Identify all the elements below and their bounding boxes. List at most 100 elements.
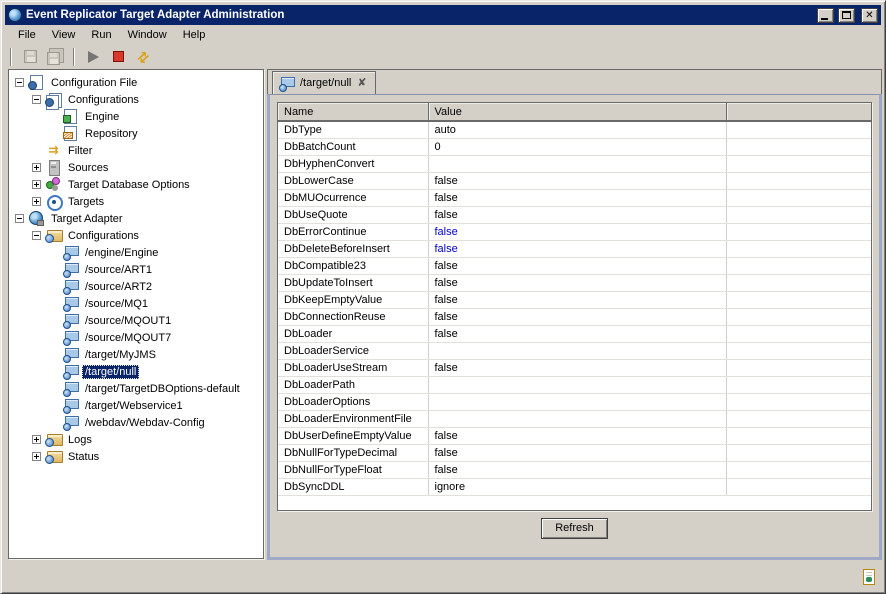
- tree-item-target-myjms[interactable]: /target/MyJMS: [9, 346, 263, 363]
- prop-value[interactable]: false: [428, 325, 726, 342]
- tree-item-webdav-config[interactable]: /webdav/Webdav-Config: [9, 414, 263, 431]
- prop-value[interactable]: [428, 342, 726, 359]
- prop-value[interactable]: false: [428, 257, 726, 274]
- table-row[interactable]: DbSyncDDLignore: [278, 478, 871, 495]
- table-row[interactable]: DbLoaderPath: [278, 376, 871, 393]
- refresh-button[interactable]: Refresh: [541, 518, 608, 539]
- menu-run[interactable]: Run: [83, 27, 119, 44]
- save-all-icon: [47, 52, 60, 65]
- tree-item-adapter-configurations[interactable]: Configurations: [9, 227, 263, 244]
- table-row[interactable]: DbLoaderEnvironmentFile: [278, 410, 871, 427]
- expand-icon[interactable]: [32, 180, 41, 189]
- tree-item-source-mqout1[interactable]: /source/MQOUT1: [9, 312, 263, 329]
- menu-window[interactable]: Window: [120, 27, 175, 44]
- tree-item-target-null[interactable]: /target/null: [9, 363, 263, 380]
- table-row[interactable]: DbTypeauto: [278, 121, 871, 138]
- tree-item-target-database-options[interactable]: Target Database Options: [9, 176, 263, 193]
- tree-item-configuration-file[interactable]: Configuration File: [9, 74, 263, 91]
- tree-item-target-adapter[interactable]: Target Adapter: [9, 210, 263, 227]
- table-row[interactable]: DbLoaderUseStreamfalse: [278, 359, 871, 376]
- maximize-button[interactable]: [838, 8, 855, 23]
- expand-icon[interactable]: [32, 163, 41, 172]
- menu-help[interactable]: Help: [175, 27, 214, 44]
- table-row[interactable]: DbConnectionReusefalse: [278, 308, 871, 325]
- close-button[interactable]: ✕: [861, 8, 878, 23]
- prop-value[interactable]: false: [428, 359, 726, 376]
- expand-icon[interactable]: [32, 197, 41, 206]
- prop-value[interactable]: auto: [428, 121, 726, 138]
- tree-item-sources[interactable]: Sources: [9, 159, 263, 176]
- prop-value[interactable]: false: [428, 240, 726, 257]
- tree-item-engine[interactable]: Engine: [9, 108, 263, 125]
- save-button[interactable]: [21, 48, 39, 66]
- table-row[interactable]: DbMUOcurrencefalse: [278, 189, 871, 206]
- menu-file[interactable]: File: [10, 27, 44, 44]
- table-row[interactable]: DbLoaderService: [278, 342, 871, 359]
- prop-value[interactable]: false: [428, 223, 726, 240]
- tree-item-engine-engine[interactable]: /engine/Engine: [9, 244, 263, 261]
- run-button[interactable]: [84, 48, 102, 66]
- collapse-icon[interactable]: [32, 231, 41, 240]
- minimize-button[interactable]: [817, 8, 834, 23]
- table-row[interactable]: DbNullForTypeDecimalfalse: [278, 444, 871, 461]
- tree-item-source-art1[interactable]: /source/ART1: [9, 261, 263, 278]
- prop-value[interactable]: false: [428, 206, 726, 223]
- collapse-icon[interactable]: [32, 95, 41, 104]
- expand-icon[interactable]: [32, 435, 41, 444]
- tree-item-targets[interactable]: Targets: [9, 193, 263, 210]
- tree-item-source-mqout7[interactable]: /source/MQOUT7: [9, 329, 263, 346]
- column-header-name[interactable]: Name: [278, 103, 428, 121]
- tab-target-null[interactable]: /target/null ✘: [272, 71, 376, 94]
- save-all-button[interactable]: [46, 48, 64, 66]
- table-row[interactable]: DbLoaderOptions: [278, 393, 871, 410]
- prop-value[interactable]: 0: [428, 138, 726, 155]
- prop-value[interactable]: false: [428, 291, 726, 308]
- prop-value[interactable]: [428, 410, 726, 427]
- tree-item-target-webservice1[interactable]: /target/Webservice1: [9, 397, 263, 414]
- configurations-icon: [45, 92, 62, 107]
- table-row[interactable]: DbNullForTypeFloatfalse: [278, 461, 871, 478]
- collapse-icon[interactable]: [15, 78, 24, 87]
- prop-value[interactable]: [428, 393, 726, 410]
- expand-icon[interactable]: [32, 452, 41, 461]
- app-window: Event Replicator Target Adapter Administ…: [0, 0, 886, 594]
- prop-value[interactable]: false: [428, 189, 726, 206]
- config-item-icon: [62, 279, 79, 294]
- prop-value[interactable]: false: [428, 172, 726, 189]
- column-header-value[interactable]: Value: [428, 103, 726, 121]
- tree-item-source-mq1[interactable]: /source/MQ1: [9, 295, 263, 312]
- prop-value[interactable]: false: [428, 274, 726, 291]
- table-row[interactable]: DbHyphenConvert: [278, 155, 871, 172]
- table-row[interactable]: DbUpdateToInsertfalse: [278, 274, 871, 291]
- menu-bar: File View Run Window Help: [5, 26, 881, 45]
- table-row[interactable]: DbLowerCasefalse: [278, 172, 871, 189]
- table-row[interactable]: DbErrorContinuefalse: [278, 223, 871, 240]
- table-row[interactable]: DbBatchCount0: [278, 138, 871, 155]
- prop-value[interactable]: false: [428, 427, 726, 444]
- table-row[interactable]: DbUserDefineEmptyValuefalse: [278, 427, 871, 444]
- tree-item-target-targetdboptions-default[interactable]: /target/TargetDBOptions-default: [9, 380, 263, 397]
- prop-value[interactable]: [428, 155, 726, 172]
- prop-value[interactable]: false: [428, 308, 726, 325]
- column-header-extra[interactable]: [726, 103, 871, 121]
- tab-close-icon[interactable]: ✘: [356, 78, 367, 89]
- tree-item-repository[interactable]: Repository: [9, 125, 263, 142]
- table-row[interactable]: DbDeleteBeforeInsertfalse: [278, 240, 871, 257]
- tree-item-source-art2[interactable]: /source/ART2: [9, 278, 263, 295]
- table-row[interactable]: DbCompatible23false: [278, 257, 871, 274]
- menu-view[interactable]: View: [44, 27, 84, 44]
- table-row[interactable]: DbLoaderfalse: [278, 325, 871, 342]
- table-row[interactable]: DbKeepEmptyValuefalse: [278, 291, 871, 308]
- tree-item-logs[interactable]: Logs: [9, 431, 263, 448]
- table-row[interactable]: DbUseQuotefalse: [278, 206, 871, 223]
- prop-value[interactable]: false: [428, 461, 726, 478]
- stop-button[interactable]: [109, 48, 127, 66]
- tree-item-status[interactable]: Status: [9, 448, 263, 465]
- prop-value[interactable]: ignore: [428, 478, 726, 495]
- collapse-icon[interactable]: [15, 214, 24, 223]
- refresh-button-toolbar[interactable]: ⇄: [134, 48, 152, 66]
- tree-item-configurations[interactable]: Configurations: [9, 91, 263, 108]
- prop-value[interactable]: [428, 376, 726, 393]
- tree-item-filter[interactable]: ⇉Filter: [9, 142, 263, 159]
- prop-value[interactable]: false: [428, 444, 726, 461]
